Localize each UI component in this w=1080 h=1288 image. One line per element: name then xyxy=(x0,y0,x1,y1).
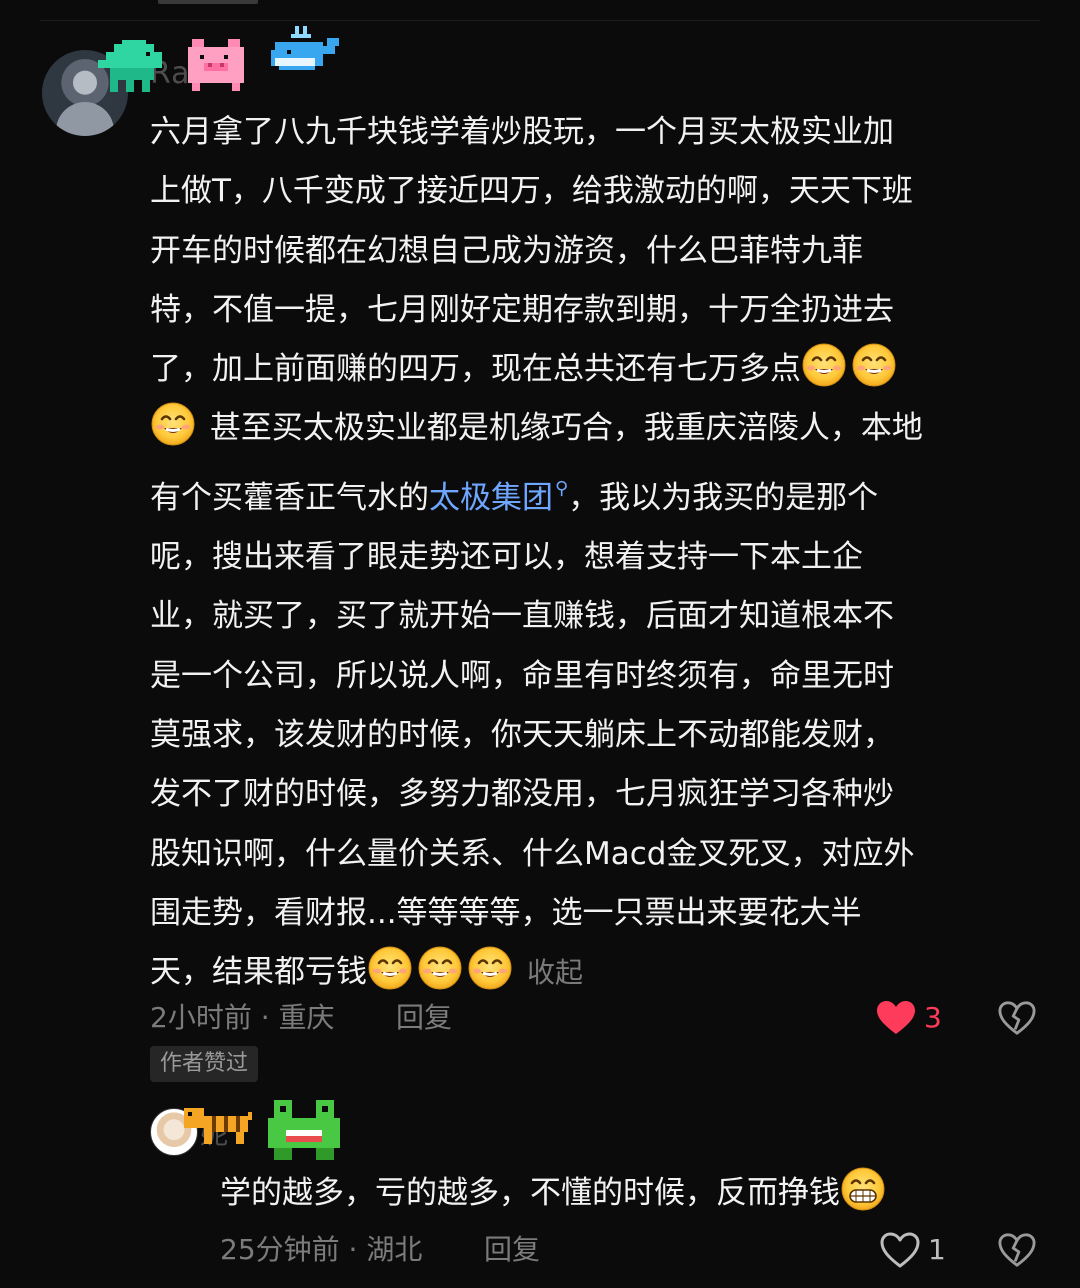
comment-line-text: 有个买藿香正气水的 xyxy=(150,479,429,516)
comment-body: 六月拿了八九千块钱学着炒股玩，一个月买太极实业加 上做T，八千变成了接近四万，给… xyxy=(150,103,1050,1002)
comment-line-text: ，我以为我买的是那个 xyxy=(568,479,879,516)
smiling-face-icon xyxy=(801,342,847,388)
comment-page: Ra 六月拿了八九千块钱学着炒股玩，一个月买太极实业加 上做T，八千变成了接近四… xyxy=(0,0,1080,1288)
comment-line: 上做T，八千变成了接近四万，给我激动的啊，天天下班 xyxy=(150,173,913,210)
like-count: 1 xyxy=(928,1233,946,1266)
search-icon[interactable]: ⚲ xyxy=(555,478,568,499)
comment-line-text: 甚至买太极实业都是机缘巧合，我重庆涪陵人，本地 xyxy=(209,410,923,447)
reply-button[interactable]: 回复 xyxy=(484,1228,540,1272)
comment-line-text: 天，结果都亏钱 xyxy=(150,954,367,991)
reply-meta: 25分钟前 · 湖北 回复 1 xyxy=(220,1228,1050,1272)
comment-line: 呢，搜出来看了眼走势还可以，想着支持一下本土企 xyxy=(150,539,863,576)
broken-heart-icon[interactable] xyxy=(998,1232,1036,1268)
pixel-whale-sticker xyxy=(271,26,339,70)
comment-meta: 2小时前 · 重庆 回复 3 xyxy=(150,996,1050,1040)
broken-heart-icon[interactable] xyxy=(998,1000,1036,1036)
reply-body: 学的越多，亏的越多，不懂的时候，反而挣钱 xyxy=(220,1166,1020,1218)
comment-line: 股知识啊，什么量价关系、什么Macd金叉死叉，对应外 xyxy=(150,835,915,872)
search-link[interactable]: 太极集团 xyxy=(429,480,553,516)
heart-filled-icon xyxy=(877,1001,915,1034)
like-count: 3 xyxy=(924,1001,942,1034)
reply-text: 学的越多，亏的越多，不懂的时候，反而挣钱 xyxy=(220,1175,840,1211)
comment-line: 发不了财的时候，多努力都没用，七月疯狂学习各种炒 xyxy=(150,776,894,813)
like-button[interactable]: 3 xyxy=(876,996,942,1040)
comment-line: 莫强求，该发财的时候，你天天躺床上不动都能发财， xyxy=(150,716,894,753)
comment-line: 特，不值一提，七月刚好定期存款到期，十万全扔进去 xyxy=(150,291,894,328)
comment-line: 天，结果都亏钱 收起 xyxy=(150,943,1050,1002)
comment-line: 有个买藿香正气水的太极集团 ⚲，我以为我买的是那个 xyxy=(150,459,1050,528)
author-liked-badge: 作者赞过 xyxy=(150,1046,259,1082)
pixel-pig-sticker xyxy=(188,39,244,91)
timestamp-location: 25分钟前 · 湖北 xyxy=(220,1233,423,1266)
comment-line: 六月拿了八九千块钱学着炒股玩，一个月买太极实业加 xyxy=(150,114,894,150)
comment-line: 围走势，看财报...等等等等，选一只票出来要花大半 xyxy=(150,894,862,931)
like-button[interactable]: 1 xyxy=(880,1228,946,1272)
scroll-indicator xyxy=(158,0,258,4)
grinning-face-icon xyxy=(840,1166,886,1212)
comment-line: 甚至买太极实业都是机缘巧合，我重庆涪陵人，本地 xyxy=(150,399,1050,458)
smiling-face-icon xyxy=(367,945,413,991)
divider xyxy=(40,20,1040,21)
comment-line: 业，就买了，买了就开始一直赚钱，后面才知道根本不 xyxy=(150,598,894,635)
smiling-face-icon xyxy=(851,342,897,388)
timestamp-location: 2小时前 · 重庆 xyxy=(150,1001,335,1034)
heart-outline-icon xyxy=(880,1232,920,1268)
smiling-face-icon xyxy=(417,945,463,991)
reply-button[interactable]: 回复 xyxy=(396,996,452,1040)
pixel-tiger-sticker xyxy=(184,1108,252,1144)
collapse-button[interactable]: 收起 xyxy=(527,956,583,989)
comment-line: 是一个公司，所以说人啊，命里有时终须有，命里无时 xyxy=(150,657,894,694)
comment-line-text: 了，加上前面赚的四万，现在总共还有七万多点 xyxy=(150,351,801,388)
comment-line: 了，加上前面赚的四万，现在总共还有七万多点 xyxy=(150,340,1050,399)
avatar-figure xyxy=(56,102,114,136)
smiling-face-icon xyxy=(150,401,196,447)
smiling-face-icon xyxy=(467,945,513,991)
pixel-dinosaur-sticker xyxy=(98,40,162,92)
pixel-frog-sticker xyxy=(268,1100,340,1160)
comment-line: 开车的时候都在幻想自己成为游资，什么巴菲特九菲 xyxy=(150,232,863,269)
